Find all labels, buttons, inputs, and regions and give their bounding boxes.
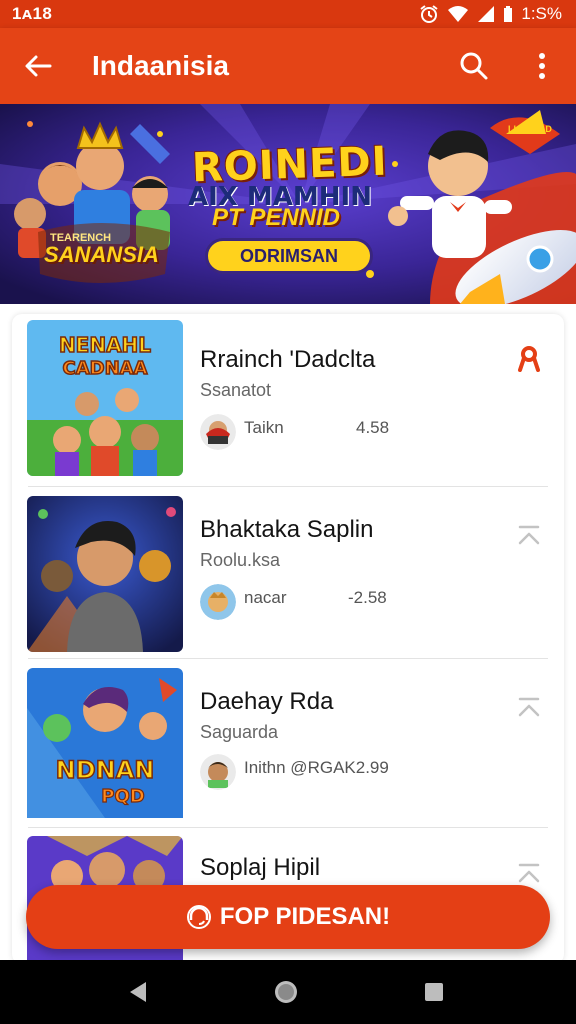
collapse-button[interactable] <box>514 520 544 550</box>
primary-action-label: FOP PIDESAN! <box>219 903 391 930</box>
arrow-left-icon <box>25 55 52 77</box>
more-options-button[interactable] <box>522 46 562 86</box>
system-nav-bar <box>0 960 576 1024</box>
item-user: Taikn <box>244 418 284 437</box>
ribbon-icon <box>518 346 540 372</box>
banner-corner-tag: LLAL LAD <box>508 124 552 134</box>
nav-back-icon[interactable] <box>124 978 152 1006</box>
status-time: 1ᴀ18 <box>12 4 53 23</box>
avatar <box>200 754 236 790</box>
back-button[interactable] <box>16 46 60 86</box>
item-thumbnail: NENAHL CADNAA <box>27 320 183 476</box>
item-user: Inithn @RGAK2.99 <box>244 758 389 777</box>
chevron-up-icon <box>518 525 540 545</box>
svg-text:CADNAA: CADNAA <box>62 358 147 379</box>
list-item[interactable]: Bhaktaka Saplin Roolu.ksa nacar -2.58 <box>12 496 564 666</box>
bookmark-button[interactable] <box>514 344 544 374</box>
game-list: NENAHL CADNAA Rrainch 'Dadclta Ssanatot … <box>12 314 564 964</box>
divider <box>28 658 548 659</box>
banner-subline-2: PT PENNID <box>212 204 341 231</box>
item-subtitle: Ssanatot <box>200 380 272 400</box>
item-title: Rrainch 'Dadclta <box>200 346 376 373</box>
item-user: nacar <box>244 588 287 607</box>
banner-left-badge: SANANSIA <box>44 242 159 267</box>
promo-banner[interactable]: LLAL LAD TEARENCH SANANSIA ROINEDI AIX M… <box>0 104 576 304</box>
nav-home-icon[interactable] <box>272 978 300 1006</box>
battery-percent: 1:S% <box>521 4 562 23</box>
headset-icon <box>186 905 211 929</box>
collapse-button[interactable] <box>514 858 544 888</box>
divider <box>28 827 548 828</box>
item-subtitle: Roolu.ksa <box>200 550 281 570</box>
collapse-button[interactable] <box>514 692 544 722</box>
item-subtitle: Saguarda <box>200 722 279 742</box>
svg-text:PQD: PQD <box>101 786 144 807</box>
avatar <box>200 414 236 450</box>
chevron-up-icon <box>518 697 540 717</box>
item-price: 4.58 <box>356 418 390 437</box>
primary-action-button[interactable]: FOP PIDESAN! <box>26 885 550 949</box>
item-title: Soplaj Hipil <box>200 854 321 881</box>
list-item[interactable]: NENAHL CADNAA Rrainch 'Dadclta Ssanatot … <box>12 320 564 490</box>
item-price: -2.58 <box>348 588 387 607</box>
page-title: Indaanisia <box>92 50 229 81</box>
search-button[interactable] <box>452 46 496 86</box>
chevron-up-icon <box>518 863 540 883</box>
alarm-icon <box>420 5 438 23</box>
list-item[interactable]: NDNAN PQD Daehay Rda Saguarda Inithn @RG… <box>12 668 564 838</box>
wifi-icon <box>448 6 469 22</box>
svg-text:NENAHL: NENAHL <box>59 333 151 357</box>
more-vertical-icon <box>539 53 545 79</box>
item-thumbnail: NDNAN PQD <box>27 668 183 824</box>
item-title: Daehay Rda <box>200 688 334 715</box>
battery-icon <box>504 6 513 22</box>
svg-text:NDNAN: NDNAN <box>56 756 155 784</box>
item-thumbnail <box>27 496 183 652</box>
item-title: Bhaktaka Saplin <box>200 516 374 543</box>
search-icon <box>460 52 488 80</box>
avatar <box>200 584 236 620</box>
banner-cta-button[interactable]: ODRIMSAN <box>205 238 373 274</box>
status-bar: 1ᴀ18 1:S% <box>0 0 576 28</box>
nav-recents-icon[interactable] <box>420 978 448 1006</box>
status-icons: 1:S% <box>419 2 562 26</box>
divider <box>28 486 548 487</box>
app-bar: Indaanisia <box>0 28 576 104</box>
signal-icon <box>478 6 495 22</box>
